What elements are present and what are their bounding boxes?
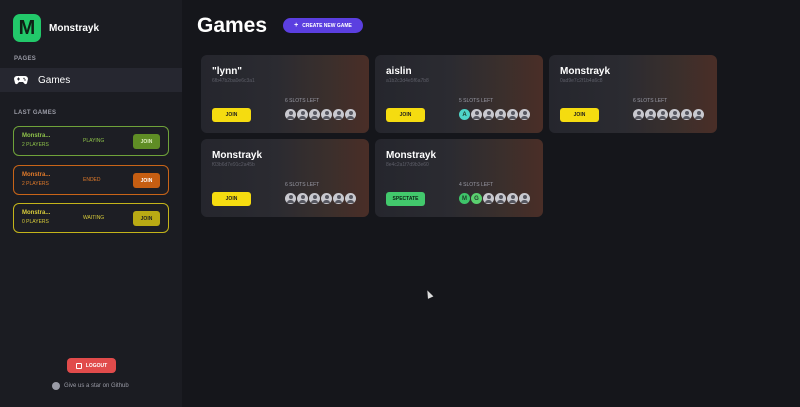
last-game-players: 2 PLAYERS (22, 181, 49, 187)
empty-slot-icon (345, 193, 356, 204)
join-button[interactable]: JOIN (212, 192, 251, 206)
empty-slot-icon (693, 109, 704, 120)
plus-icon: + (294, 22, 299, 29)
logout-button[interactable]: LOGOUT (67, 358, 116, 373)
slots-left: 6 SLOTS LEFT (285, 98, 320, 104)
empty-slot-icon (285, 193, 296, 204)
player-avatar: G (471, 193, 482, 204)
game-title: Monstrayk (212, 150, 263, 161)
last-games-section-label: LAST GAMES (14, 110, 57, 116)
empty-slot-icon (321, 109, 332, 120)
slots-left: 4 SLOTS LEFT (459, 182, 494, 188)
empty-slot-icon (669, 109, 680, 120)
last-game-join-button[interactable]: JOIN (133, 173, 160, 188)
empty-slot-icon (333, 193, 344, 204)
player-slots: M G (459, 193, 531, 204)
empty-slot-icon (519, 193, 530, 204)
game-card[interactable]: Monstrayk 0ad9e7c2f1b4a6c8 6 SLOTS LEFT … (549, 55, 717, 133)
last-game-join-button[interactable]: JOIN (133, 211, 160, 226)
last-game-join-button[interactable]: JOIN (133, 134, 160, 149)
empty-slot-icon (483, 193, 494, 204)
game-id: 6fb47b2ba0e6c3a1 (212, 78, 255, 84)
last-game-status: PLAYING (83, 138, 105, 144)
player-avatar: M (459, 193, 470, 204)
player-slots: A (459, 109, 531, 120)
empty-slot-icon (495, 193, 506, 204)
join-button[interactable]: JOIN (560, 108, 599, 122)
join-button[interactable]: JOIN (212, 108, 251, 122)
player-slots (633, 109, 705, 120)
github-link[interactable]: Give us a star on Github (52, 382, 129, 390)
empty-slot-icon (657, 109, 668, 120)
empty-slot-icon (633, 109, 644, 120)
logout-label: LOGOUT (85, 362, 108, 369)
empty-slot-icon (471, 109, 482, 120)
last-game-card[interactable]: Monstra... 2 PLAYERS ENDED JOIN (13, 165, 169, 195)
slots-left: 6 SLOTS LEFT (285, 182, 320, 188)
github-text: Give us a star on Github (64, 383, 129, 389)
last-game-name: Monstra... (22, 172, 51, 178)
last-game-status: WAITING (83, 215, 105, 221)
empty-slot-icon (297, 109, 308, 120)
last-game-players: 0 PLAYERS (22, 219, 49, 225)
game-id: 0ad9e7c2f1b4a6c8 (560, 78, 603, 84)
empty-slot-icon (321, 193, 332, 204)
empty-slot-icon (309, 193, 320, 204)
github-icon (52, 382, 60, 390)
empty-slot-icon (507, 193, 518, 204)
last-game-card[interactable]: Monstra... 2 PLAYERS PLAYING JOIN (13, 126, 169, 156)
sidebar-item-games[interactable]: Games (0, 68, 182, 92)
spectate-button[interactable]: SPECTATE (386, 192, 425, 206)
last-game-name: Monstra... (22, 210, 51, 216)
create-game-button[interactable]: + CREATE NEW GAME (283, 18, 363, 33)
last-game-card[interactable]: Monstra... 0 PLAYERS WAITING JOIN (13, 203, 169, 233)
logout-icon (75, 362, 82, 369)
sidebar: M Monstrayk PAGES Games LAST GAMES Monst… (0, 0, 182, 407)
empty-slot-icon (285, 109, 296, 120)
empty-slot-icon (483, 109, 494, 120)
game-title: Monstrayk (386, 150, 437, 161)
game-title: aislin (386, 66, 412, 77)
empty-slot-icon (333, 109, 344, 120)
player-avatar: A (459, 109, 470, 120)
empty-slot-icon (519, 109, 530, 120)
empty-slot-icon (297, 193, 308, 204)
empty-slot-icon (507, 109, 518, 120)
game-title: "lynn" (212, 66, 243, 77)
game-title: Monstrayk (560, 66, 611, 77)
join-button[interactable]: JOIN (386, 108, 425, 122)
empty-slot-icon (495, 109, 506, 120)
empty-slot-icon (681, 109, 692, 120)
create-game-label: CREATE NEW GAME (302, 22, 352, 29)
game-card[interactable]: Monstrayk f03b6d7e91c2a45b 6 SLOTS LEFT … (201, 139, 369, 217)
slots-left: 5 SLOTS LEFT (459, 98, 494, 104)
game-id: f03b6d7e91c2a45b (212, 162, 255, 168)
pages-section-label: PAGES (14, 56, 37, 62)
logo: M (13, 14, 41, 42)
last-game-players: 2 PLAYERS (22, 142, 49, 148)
mouse-cursor-icon (424, 289, 434, 299)
game-id: a1b2c3d4e5f6a7b8 (386, 78, 429, 84)
game-id: 8e4c2a1f7d9b3e60 (386, 162, 429, 168)
empty-slot-icon (645, 109, 656, 120)
brand[interactable]: M Monstrayk (13, 14, 99, 42)
player-slots (285, 193, 357, 204)
empty-slot-icon (345, 109, 356, 120)
page-title: Games (197, 14, 268, 37)
slots-left: 6 SLOTS LEFT (633, 98, 668, 104)
empty-slot-icon (309, 109, 320, 120)
player-slots (285, 109, 357, 120)
gamepad-icon (14, 76, 28, 85)
brand-name: Monstrayk (49, 22, 100, 34)
game-card[interactable]: Monstrayk 8e4c2a1f7d9b3e60 4 SLOTS LEFT … (375, 139, 543, 217)
sidebar-item-label: Games (38, 74, 71, 86)
last-game-name: Monstra... (22, 133, 51, 139)
last-game-status: ENDED (83, 177, 101, 183)
game-card[interactable]: "lynn" 6fb47b2ba0e6c3a1 6 SLOTS LEFT JOI… (201, 55, 369, 133)
game-card[interactable]: aislin a1b2c3d4e5f6a7b8 5 SLOTS LEFT JOI… (375, 55, 543, 133)
